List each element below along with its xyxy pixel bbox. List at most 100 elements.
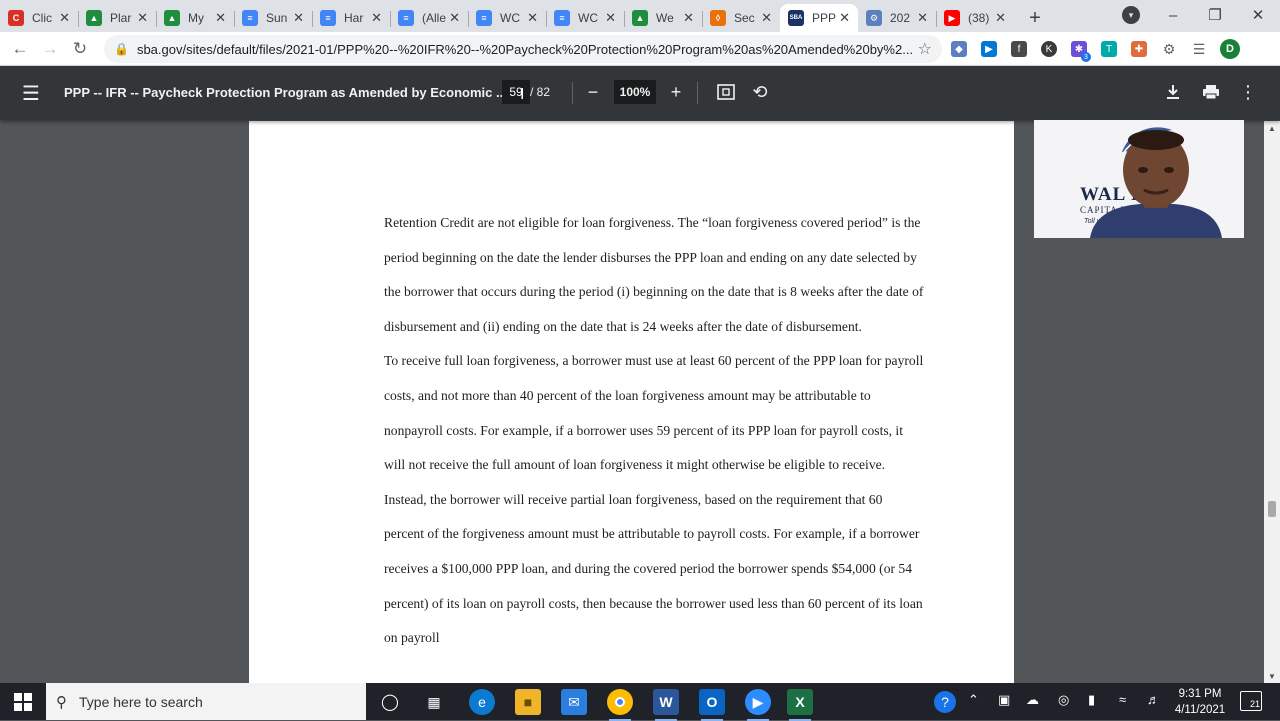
scroll-down-icon[interactable]: ▼ (1264, 669, 1280, 683)
close-tab-icon[interactable]: ✕ (839, 10, 850, 26)
volume-icon[interactable]: ♬ (1147, 692, 1160, 707)
close-window-icon[interactable]: ✕ (1237, 0, 1279, 30)
sba-icon: SBA (788, 10, 804, 26)
reading-list-icon[interactable]: ☰ (1191, 41, 1207, 57)
extension-shield-icon[interactable]: ◆ (951, 41, 967, 57)
notifications-icon[interactable]: 21 (1240, 691, 1262, 711)
fit-to-page-icon[interactable] (714, 80, 738, 104)
reload-icon[interactable]: ↻ (69, 38, 91, 60)
print-icon[interactable] (1199, 80, 1223, 104)
tab-title: We (656, 11, 674, 25)
forward-icon[interactable]: → (39, 38, 61, 60)
taskbar-search[interactable]: ⚲ Type here to search (46, 683, 366, 720)
cortana-icon[interactable]: ◯ (377, 689, 403, 715)
extension-k-icon[interactable]: K (1041, 41, 1057, 57)
close-tab-icon[interactable]: ✕ (371, 10, 382, 26)
help-icon[interactable]: ? (934, 691, 956, 713)
close-tab-icon[interactable]: ✕ (137, 10, 148, 26)
edge-icon[interactable]: e (469, 689, 495, 715)
browser-tab[interactable]: C Clic ✕ (0, 4, 78, 32)
browser-tab[interactable]: ▲ We ✕ (624, 4, 702, 32)
document-icon: ◊ (710, 10, 726, 26)
clock-date: 4/11/2021 (1174, 704, 1226, 716)
restore-icon[interactable]: ❐ (1194, 0, 1236, 30)
scrollbar-thumb[interactable] (1268, 501, 1276, 517)
bookmark-star-icon[interactable]: ☆ (918, 39, 932, 59)
close-tab-icon[interactable]: ✕ (527, 10, 538, 26)
zoom-in-icon[interactable]: + (664, 80, 688, 104)
browser-tab[interactable]: ≡ (Alle ✕ (390, 4, 468, 32)
download-icon[interactable] (1161, 80, 1185, 104)
outlook-icon[interactable]: O (699, 689, 725, 721)
browser-tab[interactable]: ⚙ 202 ✕ (858, 4, 936, 32)
excel-icon[interactable]: X (787, 689, 813, 721)
close-tab-icon[interactable]: ✕ (293, 10, 304, 26)
mail-icon[interactable]: ✉ (561, 689, 587, 715)
extension-facebook-icon[interactable]: f (1011, 41, 1027, 57)
file-explorer-icon[interactable]: ■ (515, 689, 541, 715)
tab-strip: C Clic ✕ ▲ Plar ✕ ▲ My ✕ ≡ Sun ✕ ≡ Har ✕ ≡ (Alle ✕ ≡ WC ✕ ≡ WC… (0, 0, 1280, 32)
close-tab-icon[interactable]: ✕ (683, 10, 694, 26)
tray-chevron-icon[interactable]: ⌃ (968, 692, 979, 708)
browser-tab[interactable]: ≡ WC ✕ (468, 4, 546, 32)
close-tab-icon[interactable]: ✕ (995, 10, 1006, 26)
divider (572, 82, 573, 104)
tab-title: WC (578, 11, 598, 25)
extension-grid-icon[interactable]: ✚ (1131, 41, 1147, 57)
search-placeholder[interactable]: Type here to search (79, 694, 203, 710)
close-tab-icon[interactable]: ✕ (605, 10, 616, 26)
microphone-icon[interactable]: ◎ (1058, 692, 1069, 708)
google-docs-icon: ≡ (242, 10, 258, 26)
browser-tab[interactable]: ≡ Har ✕ (312, 4, 390, 32)
close-tab-icon[interactable]: ✕ (761, 10, 772, 26)
new-tab-button[interactable]: + (1020, 4, 1050, 32)
lock-icon[interactable]: 🔒 (114, 42, 129, 56)
more-options-icon[interactable]: ⋮ (1236, 80, 1260, 104)
battery-icon[interactable]: ▮ (1088, 692, 1095, 708)
onedrive-icon[interactable]: ☁ (1026, 692, 1039, 708)
vertical-scrollbar[interactable]: ▲ ▼ (1264, 121, 1280, 683)
back-icon[interactable]: ← (9, 38, 31, 60)
extension-arrow-icon[interactable]: ▶ (981, 41, 997, 57)
address-bar[interactable]: 🔒 sba.gov/sites/default/files/2021-01/PP… (104, 35, 942, 63)
close-tab-icon[interactable]: ✕ (917, 10, 928, 26)
extension-t-icon[interactable]: T (1101, 41, 1117, 57)
chrome-icon[interactable] (607, 689, 633, 721)
close-tab-icon[interactable]: ✕ (215, 10, 226, 26)
menu-icon[interactable]: ☰ (22, 81, 40, 106)
youtube-icon: ▶ (944, 10, 960, 26)
extensions-puzzle-icon[interactable]: ⚙ (1161, 41, 1177, 57)
google-drive-icon: ▲ (164, 10, 180, 26)
minimize-icon[interactable]: – (1152, 0, 1194, 30)
windows-logo-icon (14, 692, 32, 711)
scroll-up-icon[interactable]: ▲ (1264, 121, 1280, 135)
paragraph: Retention Credit are not eligible for lo… (384, 215, 924, 334)
browser-tab[interactable]: ≡ Sun ✕ (234, 4, 312, 32)
tab-search-icon[interactable]: ▾ (1122, 6, 1140, 24)
browser-tab[interactable]: ▲ Plar ✕ (78, 4, 156, 32)
browser-tab[interactable]: ◊ Sec ✕ (702, 4, 780, 32)
browser-tab[interactable]: SBA PPP ✕ (780, 4, 858, 32)
close-tab-icon[interactable]: ✕ (59, 10, 70, 26)
url-text[interactable]: sba.gov/sites/default/files/2021-01/PPP%… (137, 42, 918, 57)
pdf-page: Retention Credit are not eligible for lo… (249, 121, 1014, 683)
word-icon[interactable]: W (653, 689, 679, 721)
page-number-input[interactable]: 59 (502, 80, 530, 104)
close-tab-icon[interactable]: ✕ (449, 10, 460, 26)
browser-tab[interactable]: ▲ My ✕ (156, 4, 234, 32)
browser-tab[interactable]: ▶ (38) ✕ (936, 4, 1014, 32)
tab-title: Sun (266, 11, 288, 25)
page-content: Retention Credit are not eligible for lo… (384, 206, 924, 656)
task-view-icon[interactable]: ▦ (421, 689, 447, 715)
rotate-icon[interactable]: ⟲ (748, 80, 772, 104)
zoom-out-icon[interactable]: − (581, 80, 605, 104)
start-button[interactable] (0, 683, 46, 720)
clock-time: 9:31 PM (1178, 688, 1222, 700)
browser-tab[interactable]: ≡ WC ✕ (546, 4, 624, 32)
zoom-app-icon[interactable]: ▶ (745, 689, 771, 721)
taskbar-clock[interactable]: 9:31 PM 4/11/2021 (1168, 686, 1232, 718)
wifi-icon[interactable]: ≈ (1119, 692, 1126, 707)
profile-avatar[interactable]: D (1220, 39, 1240, 59)
tray-app-icon[interactable]: ▣ (998, 692, 1010, 708)
zoom-input[interactable]: 100% (614, 80, 656, 104)
